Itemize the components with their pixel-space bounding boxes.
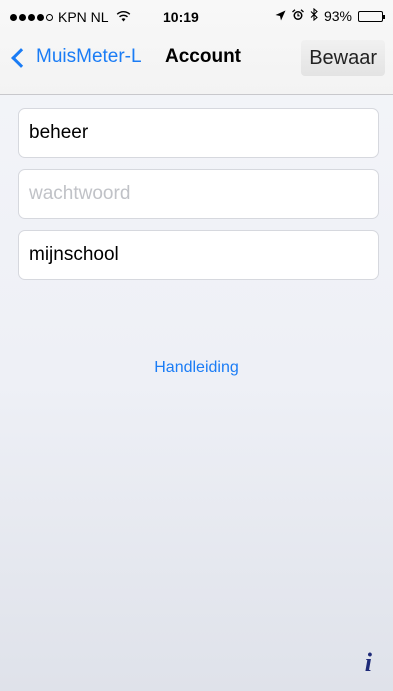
back-button-label: MuisMeter-L [36, 46, 142, 67]
top-bar: KPN NL 10:19 93% MuisMeter-L Account Bew… [0, 0, 393, 95]
bluetooth-icon [310, 7, 318, 24]
alarm-clock-icon [292, 8, 304, 24]
signal-dots-icon [10, 13, 53, 21]
nav-bar: MuisMeter-L Account Bewaar [0, 34, 393, 90]
chevron-left-icon [11, 47, 31, 68]
password-field[interactable]: wachtwoord [18, 169, 379, 219]
status-right: 93% [275, 7, 385, 24]
status-time: 10:19 [163, 9, 199, 25]
school-value: mijnschool [29, 244, 119, 265]
battery-icon [358, 10, 385, 22]
status-left: KPN NL [10, 9, 131, 25]
school-field[interactable]: mijnschool [18, 230, 379, 280]
back-button[interactable]: MuisMeter-L [11, 46, 142, 68]
wifi-icon [116, 10, 131, 25]
page-title: Account [165, 46, 241, 67]
manual-link[interactable]: Handleiding [0, 359, 393, 377]
screen: KPN NL 10:19 93% MuisMeter-L Account Bew… [0, 0, 393, 691]
username-field[interactable]: beheer [18, 108, 379, 158]
info-icon[interactable]: i [365, 650, 372, 676]
username-value: beheer [29, 122, 89, 143]
status-bar: KPN NL 10:19 93% [0, 0, 393, 34]
password-placeholder: wachtwoord [29, 183, 131, 204]
battery-percent: 93% [323, 8, 352, 24]
carrier-label: KPN NL [58, 9, 109, 25]
save-button[interactable]: Bewaar [301, 40, 385, 76]
location-arrow-icon [275, 8, 286, 24]
